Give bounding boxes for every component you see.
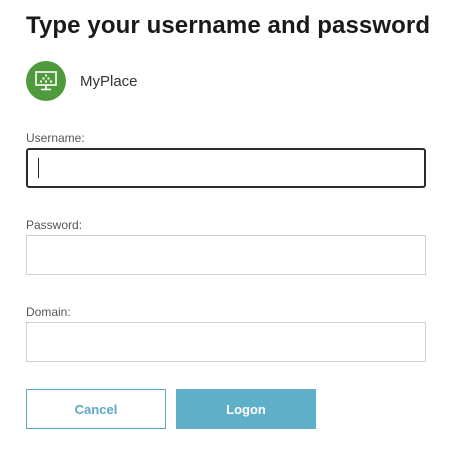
app-info: MyPlace bbox=[26, 60, 138, 102]
domain-field[interactable] bbox=[26, 322, 426, 362]
domain-label: Domain: bbox=[26, 305, 71, 319]
password-label: Password: bbox=[26, 218, 83, 232]
password-field[interactable] bbox=[26, 235, 426, 275]
username-label: Username: bbox=[26, 131, 85, 145]
page-title: Type your username and password bbox=[26, 12, 431, 39]
desktop-icon bbox=[26, 61, 66, 101]
app-name: MyPlace bbox=[80, 72, 138, 90]
text-caret bbox=[38, 158, 39, 178]
logon-button[interactable]: Logon bbox=[176, 389, 316, 429]
cancel-button[interactable]: Cancel bbox=[26, 389, 166, 429]
username-field[interactable] bbox=[26, 148, 426, 188]
